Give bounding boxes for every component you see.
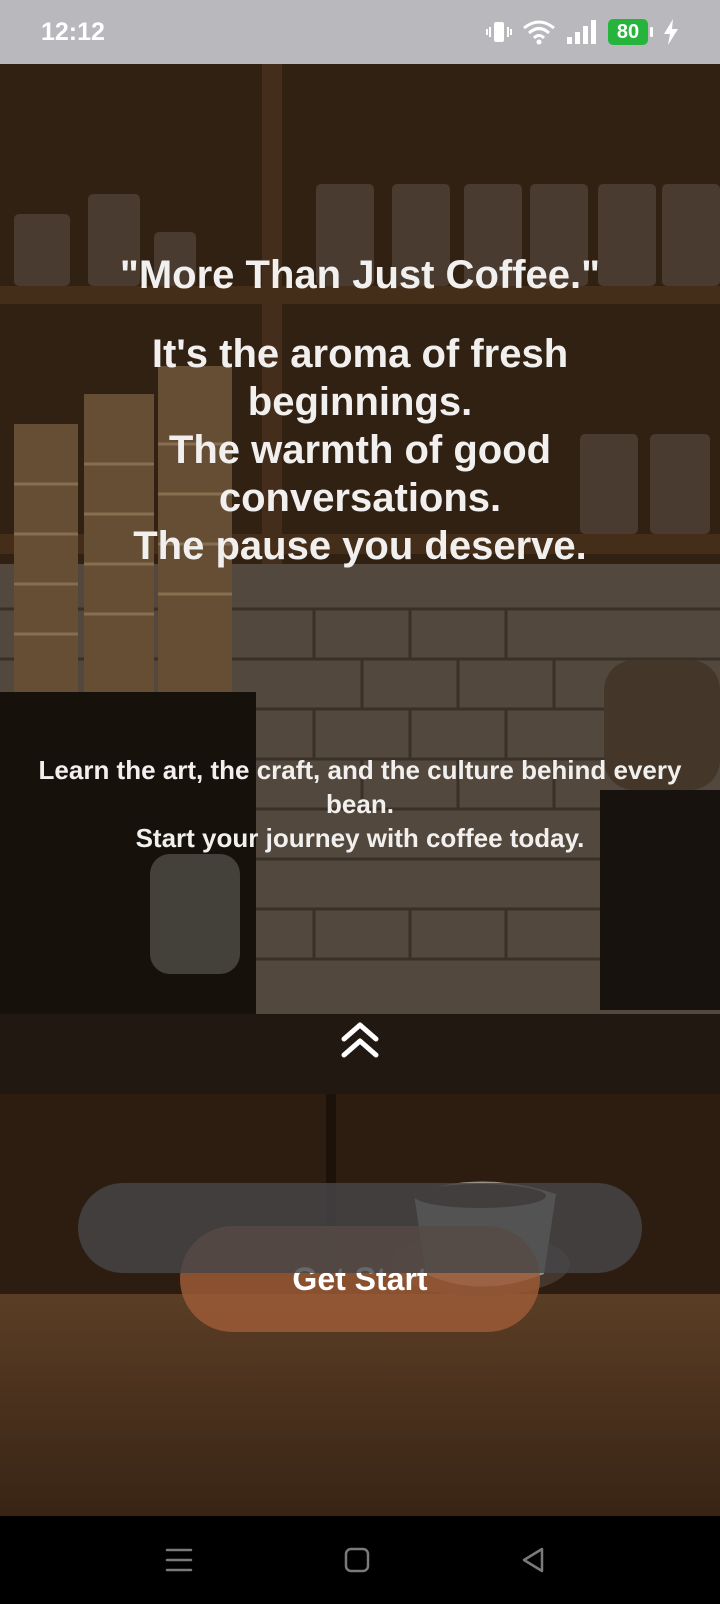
headline: "More Than Just Coffee." <box>119 253 601 297</box>
wifi-icon <box>523 20 555 45</box>
toast-overlay <box>78 1183 642 1273</box>
subhead-line: The pause you deserve. <box>133 524 587 568</box>
vibrate-icon <box>486 22 512 42</box>
double-chevron-up-icon[interactable] <box>338 1017 382 1061</box>
signal-icon <box>567 20 596 44</box>
charging-icon <box>664 19 678 45</box>
status-time: 12:12 <box>41 18 105 46</box>
subhead-line: The warmth of good conversations. <box>168 428 552 520</box>
body-line: Learn the art, the craft, and the cultur… <box>38 755 682 819</box>
home-icon[interactable] <box>341 1544 373 1576</box>
subhead: It's the aroma of fresh beginnings. The … <box>0 330 720 570</box>
body-text: Learn the art, the craft, and the cultur… <box>0 753 720 855</box>
subhead-line: It's the aroma of fresh beginnings. <box>151 332 569 424</box>
menu-icon[interactable] <box>163 1544 195 1576</box>
back-icon[interactable] <box>518 1544 550 1576</box>
status-bar: 12:12 80 <box>0 0 720 64</box>
battery-icon: 80 <box>608 19 653 45</box>
navigation-bar <box>0 1516 720 1604</box>
body-line: Start your journey with coffee today. <box>135 823 585 853</box>
status-icons: 80 <box>486 14 680 50</box>
